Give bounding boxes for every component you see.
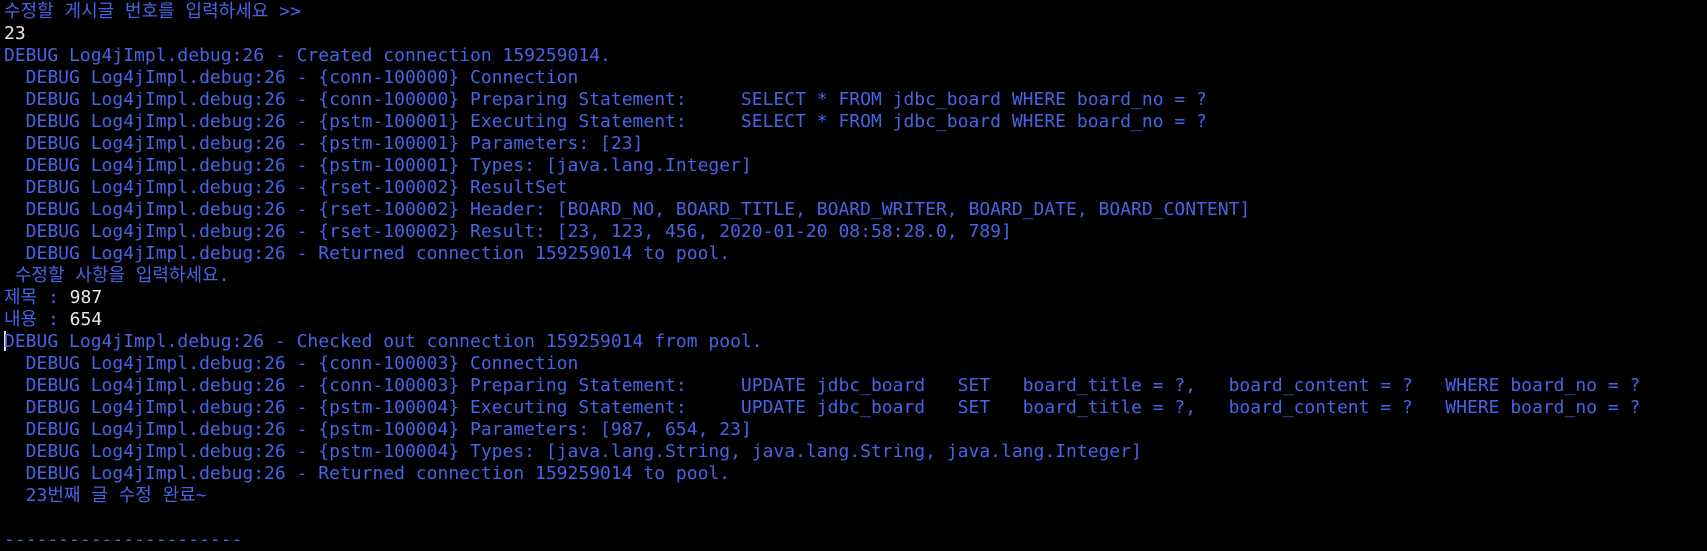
console-text: 제목 : — [4, 287, 70, 308]
console-text: DEBUG Log4jImpl.debug:26 - {pstm-100001}… — [4, 133, 644, 154]
console-line: DEBUG Log4jImpl.debug:26 - {conn-100000}… — [4, 67, 1704, 89]
console-line: DEBUG Log4jImpl.debug:26 - {conn-100003}… — [4, 353, 1704, 375]
console-text: 내용 : — [4, 309, 70, 330]
console-text: ---------------------- — [4, 529, 243, 550]
console-line: 23 — [4, 23, 1704, 45]
console-line: DEBUG Log4jImpl.debug:26 - {pstm-100001}… — [4, 155, 1704, 177]
console-text: 987 — [69, 287, 103, 308]
console-line: DEBUG Log4jImpl.debug:26 - Returned conn… — [4, 463, 1704, 485]
console-text: DEBUG Log4jImpl.debug:26 - {conn-100000}… — [4, 89, 1207, 110]
console-line: DEBUG Log4jImpl.debug:26 - {rset-100002}… — [4, 177, 1704, 199]
console-line: DEBUG Log4jImpl.debug:26 - {pstm-100001}… — [4, 133, 1704, 155]
console-text: DEBUG Log4jImpl.debug:26 - {pstm-100001}… — [4, 155, 752, 176]
console-line: DEBUG Log4jImpl.debug:26 - {pstm-100001}… — [4, 111, 1704, 133]
console-line: DEBUG Log4jImpl.debug:26 - Returned conn… — [4, 243, 1704, 265]
console-text: DEBUG Log4jImpl.debug:26 - Created conne… — [4, 45, 611, 66]
console-text: 23 — [4, 23, 26, 44]
console-line: DEBUG Log4jImpl.debug:26 - Checked out c… — [4, 331, 1704, 353]
console-text: DEBUG Log4jImpl.debug:26 - Returned conn… — [4, 243, 731, 264]
console-text: 23번째 글 수정 완료~ — [4, 485, 207, 506]
console-line: DEBUG Log4jImpl.debug:26 - {rset-100002}… — [4, 199, 1704, 221]
console-text: DEBUG Log4jImpl.debug:26 - {conn-100000}… — [4, 67, 579, 88]
console-text: DEBUG Log4jImpl.debug:26 - Returned conn… — [4, 463, 731, 484]
console-line: DEBUG Log4jImpl.debug:26 - {conn-100003}… — [4, 375, 1704, 397]
console-text: DEBUG Log4jImpl.debug:26 - {rset-100002}… — [4, 177, 568, 198]
console-line: DEBUG Log4jImpl.debug:26 - Created conne… — [4, 45, 1704, 67]
console-line: 수정할 사항을 입력하세요. — [4, 265, 1704, 287]
console-line: 내용 : 654 — [4, 309, 1704, 331]
console-line: DEBUG Log4jImpl.debug:26 - {pstm-100004}… — [4, 419, 1704, 441]
console-text: 수정할 게시글 번호를 입력하세요 >> — [4, 1, 301, 22]
console-line: DEBUG Log4jImpl.debug:26 - {rset-100002}… — [4, 221, 1704, 243]
console-line: DEBUG Log4jImpl.debug:26 - {pstm-100004}… — [4, 441, 1704, 463]
console-line: 수정할 게시글 번호를 입력하세요 >> — [4, 1, 1704, 23]
console-text: DEBUG Log4jImpl.debug:26 - {conn-100003}… — [4, 375, 1641, 396]
console-text: DEBUG Log4jImpl.debug:26 - {pstm-100004}… — [4, 397, 1641, 418]
console-line: ---------------------- — [4, 529, 1704, 551]
console-line: 23번째 글 수정 완료~ — [4, 485, 1704, 507]
console-text: DEBUG Log4jImpl.debug:26 - {conn-100003}… — [4, 353, 579, 374]
console-output[interactable]: 수정할 게시글 번호를 입력하세요 >> 23 DEBUG Log4jImpl.de… — [4, 1, 1704, 551]
console-text: 654 — [69, 309, 103, 330]
console-text: DEBUG Log4jImpl.debug:26 - {rset-100002}… — [4, 221, 1012, 242]
console-line: 제목 : 987 — [4, 287, 1704, 309]
console-line: DEBUG Log4jImpl.debug:26 - {conn-100000}… — [4, 89, 1704, 111]
console-text: DEBUG Log4jImpl.debug:26 - Checked out c… — [4, 331, 763, 352]
console-text: DEBUG Log4jImpl.debug:26 - {pstm-100004}… — [4, 441, 1142, 462]
console-text: DEBUG Log4jImpl.debug:26 - {rset-100002}… — [4, 199, 1251, 220]
console-line: DEBUG Log4jImpl.debug:26 - {pstm-100004}… — [4, 397, 1704, 419]
console-text: DEBUG Log4jImpl.debug:26 - {pstm-100001}… — [4, 111, 1207, 132]
console-text: 수정할 사항을 입력하세요. — [4, 265, 230, 286]
console-text: DEBUG Log4jImpl.debug:26 - {pstm-100004}… — [4, 419, 752, 440]
